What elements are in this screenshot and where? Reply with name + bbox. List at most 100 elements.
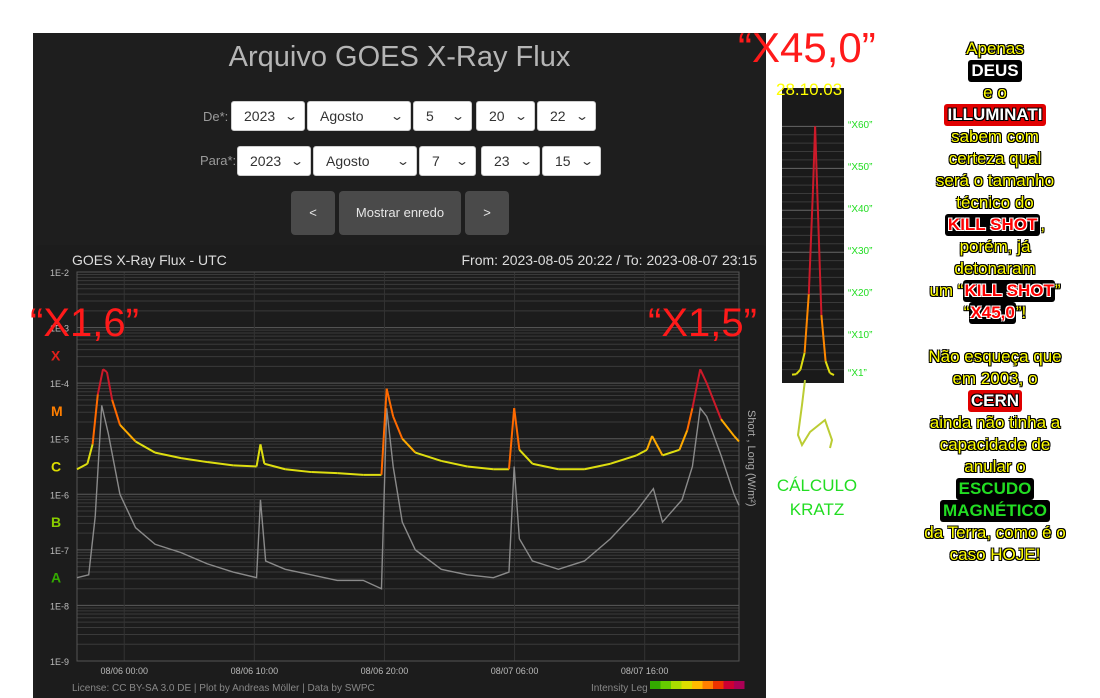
big-flare-annotation: “X45,0” [738, 24, 876, 71]
page-title: Arquivo GOES X-Ray Flux [228, 41, 571, 73]
right-text-line: capacidade de [939, 435, 1051, 454]
to-hour-select[interactable]: 23 ⌄ [481, 146, 540, 176]
y-tick-label: 1E-9 [50, 657, 69, 667]
mini-level-label: “X50” [848, 162, 873, 174]
intensity-legend-swatch [723, 681, 734, 689]
date-2003-label: 28.10.03 [776, 80, 843, 99]
quote-close-text-2: ”! [1015, 303, 1027, 322]
right-flare-annotation: “X1,5” [648, 301, 757, 345]
series-long-segment [264, 462, 286, 471]
to-day-select[interactable]: 7 ⌄ [419, 146, 476, 176]
series-long-segment [414, 451, 442, 462]
series-long-segment [180, 457, 208, 464]
from-month-value: Agosto [320, 108, 364, 124]
series-long-segment [699, 368, 708, 384]
chevron-down-icon: ⌄ [513, 109, 529, 123]
from-day-select[interactable]: 5 ⌄ [413, 101, 472, 131]
mini-series-segment [814, 126, 819, 190]
to-month-select[interactable]: Agosto ⌄ [313, 146, 417, 176]
mini-series-segment [820, 315, 827, 362]
illuminati-badge: ILLUMINATI [944, 104, 1046, 126]
series-long-segment [91, 394, 99, 445]
chevron-down-icon: ⌄ [574, 109, 590, 123]
deus-badge: DEUS [968, 60, 1022, 82]
class-label: C [51, 459, 61, 475]
mini-level-label: “X1” [848, 367, 867, 379]
y-tick-label: 1E-2 [50, 268, 69, 278]
quote-open-text: um “ [929, 281, 964, 300]
chart-title: GOES X-Ray Flux - UTC [72, 252, 227, 268]
chevron-down-icon: ⌄ [579, 154, 595, 168]
series-long-segment [518, 449, 534, 465]
from-hour-select[interactable]: 20 ⌄ [476, 101, 535, 131]
series-long-segment [686, 407, 694, 431]
series-long-segment [76, 462, 88, 471]
mini-level-label: “X60” [848, 120, 873, 132]
to-minute-select[interactable]: 15 ⌄ [542, 146, 601, 176]
show-plot-button[interactable]: Mostrar enredo [339, 191, 461, 235]
series-long-segment [392, 416, 404, 440]
series-long-segment [584, 462, 611, 471]
kill-shot-badge: KILL SHOT [944, 214, 1041, 236]
series-long-segment [610, 454, 637, 465]
series-long-segment [233, 464, 257, 468]
next-button[interactable]: > [465, 191, 509, 235]
from-year-value: 2023 [244, 108, 276, 124]
kill-shot-badge-2: KILL SHOT [963, 280, 1055, 302]
prev-button[interactable]: < [291, 191, 335, 235]
chevron-down-icon: ⌄ [450, 109, 466, 123]
mini-level-label: “X40” [848, 204, 873, 216]
from-month-select[interactable]: Agosto ⌄ [307, 101, 411, 131]
x-tick-label: 08/06 20:00 [361, 666, 409, 676]
right-text-line: certeza qual [948, 149, 1042, 168]
escudo-badge: ESCUDO [955, 478, 1035, 500]
to-hour-value: 23 [494, 153, 510, 169]
mini-series-segment [807, 189, 814, 295]
calc-line-2: KRATZ [789, 500, 845, 519]
chevron-down-icon: ⌄ [518, 154, 534, 168]
right-text-line: Apenas [966, 39, 1024, 58]
x45-badge: X45,0 [969, 302, 1016, 324]
chevron-down-icon: ⌄ [454, 154, 470, 168]
chevron-down-icon: ⌄ [389, 109, 405, 123]
intensity-legend-swatch [702, 681, 713, 689]
right-text-line: em 2003, o [952, 369, 1038, 388]
x-tick-label: 08/06 10:00 [231, 666, 279, 676]
y-axis-label: Short , Long (W/m²) [745, 410, 757, 507]
right-text-line: sabem com [951, 127, 1039, 146]
intensity-legend-swatch [713, 681, 724, 689]
license-text: License: CC BY-SA 3.0 DE | Plot by Andre… [72, 683, 375, 694]
series-long-segment [337, 472, 364, 476]
left-flare-annotation: “X1,6” [30, 301, 139, 345]
y-tick-label: 1E-8 [50, 601, 69, 611]
mini-level-label: “X10” [848, 330, 873, 342]
right-text-line: e o [983, 83, 1007, 102]
quote-close-text: ” [1054, 281, 1061, 300]
calc-kratz-label: CÁLCULO KRATZ [772, 474, 862, 522]
mini-series-segment [824, 360, 831, 374]
right-text-block: Apenas DEUS e o ILLUMINATI sabem com cer… [890, 38, 1100, 566]
to-label: Para*: [200, 153, 237, 168]
right-text-line: da Terra, como é o [924, 523, 1066, 542]
x-tick-label: 08/07 06:00 [491, 666, 539, 676]
to-year-select[interactable]: 2023 ⌄ [237, 146, 311, 176]
x-tick-label: 08/07 16:00 [621, 666, 669, 676]
y-tick-label: 1E-5 [50, 435, 69, 445]
from-year-select[interactable]: 2023 ⌄ [231, 101, 305, 131]
series-long-segment [441, 459, 468, 468]
magnetico-badge: MAGNÉTICO [940, 500, 1050, 522]
right-text-line: caso HOJE! [949, 545, 1041, 564]
right-text-line: porém, já [959, 237, 1031, 256]
mini-level-label: “X20” [848, 288, 873, 300]
series-long-segment [102, 368, 108, 373]
right-text-line: anular o [964, 457, 1026, 476]
from-minute-select[interactable]: 22 ⌄ [537, 101, 596, 131]
right-text-line: será o tamanho [935, 171, 1055, 190]
series-long-segment [532, 462, 559, 471]
y-tick-label: 1E-6 [50, 490, 69, 500]
chevron-down-icon: ⌄ [283, 109, 299, 123]
intensity-legend-swatch [671, 681, 682, 689]
to-year-value: 2023 [250, 153, 282, 169]
series-long-segment [96, 369, 105, 395]
right-text-line: Não esqueça que [928, 347, 1062, 366]
